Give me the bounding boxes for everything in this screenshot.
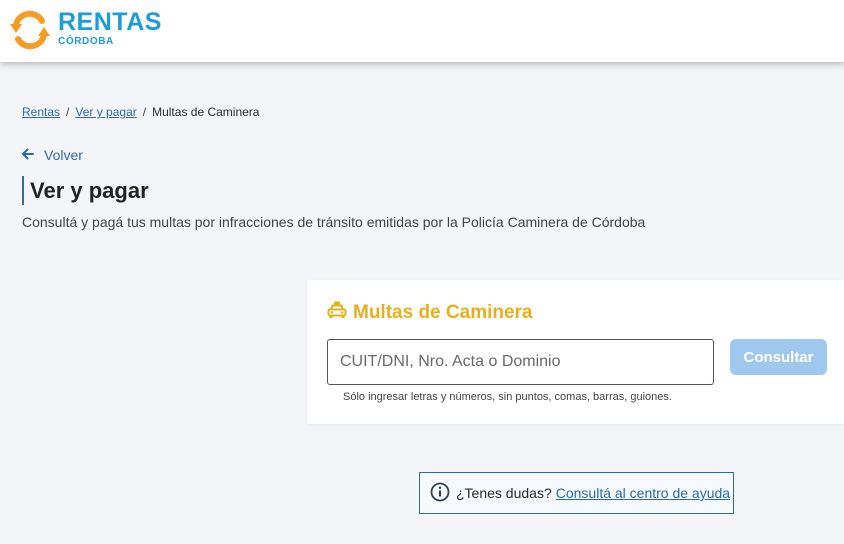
help-center-link[interactable]: Consultá al centro de ayuda [556,485,730,501]
search-card: Multas de Caminera Consultar Sólo ingres… [307,280,844,424]
breadcrumb-link-ver-y-pagar[interactable]: Ver y pagar [75,105,136,119]
breadcrumb-current: Multas de Caminera [152,105,260,119]
help-box: ¿Tenes dudas? Consultá al centro de ayud… [419,472,734,514]
site-header: RENTAS CÓRDOBA [0,0,844,62]
breadcrumb: Rentas / Ver y pagar / Multas de Caminer… [22,105,259,119]
breadcrumb-separator: / [142,105,147,119]
rentas-logo[interactable]: RENTAS CÓRDOBA [8,9,162,51]
breadcrumb-link-rentas[interactable]: Rentas [22,105,60,119]
arrow-left-icon [21,147,44,163]
circular-arrows-logo-icon [8,9,52,51]
page-subtitle: Consultá y pagá tus multas por infraccio… [22,214,646,230]
back-label: Volver [44,147,83,163]
search-input[interactable] [327,339,714,385]
car-icon [327,301,353,325]
card-title: Multas de Caminera [327,301,533,325]
logo-text: RENTAS CÓRDOBA [58,9,162,47]
breadcrumb-separator: / [66,105,70,119]
consultar-button[interactable]: Consultar [730,339,827,375]
card-title-text: Multas de Caminera [353,302,533,323]
logo-title: RENTAS [58,8,162,36]
logo-subtitle: CÓRDOBA [58,36,114,47]
info-icon [430,482,456,505]
help-text: ¿Tenes dudas? [456,485,552,501]
back-link[interactable]: Volver [21,147,83,163]
page-title: Ver y pagar [22,176,149,205]
input-hint: Sólo ingresar letras y números, sin punt… [343,391,672,403]
